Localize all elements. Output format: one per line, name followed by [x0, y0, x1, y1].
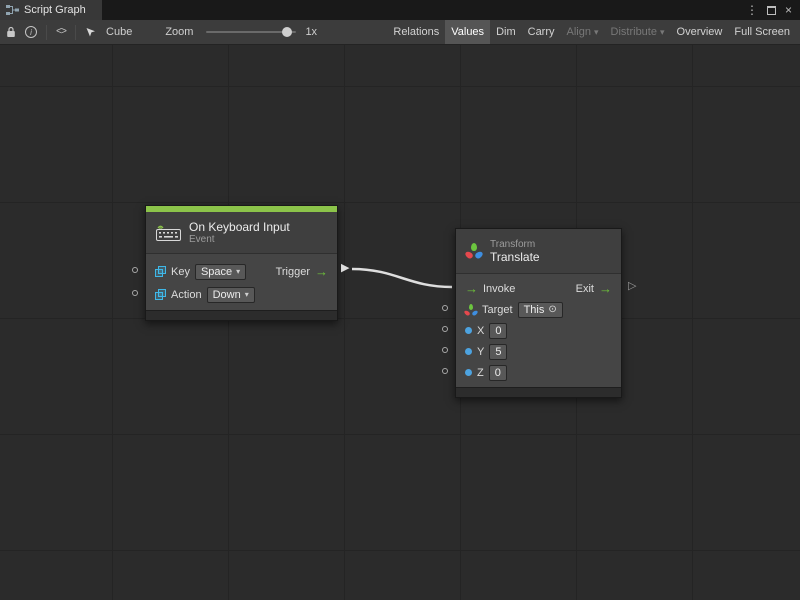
node-subtitle: Event: [189, 234, 290, 245]
node-footer: [146, 310, 337, 320]
value-port-icon: [465, 369, 472, 376]
connection-wire: [0, 45, 800, 600]
y-input-port[interactable]: [442, 347, 448, 353]
node-transform-translate[interactable]: Transform Translate → Invoke Exit → Targ…: [455, 228, 622, 398]
node-header[interactable]: On Keyboard Input Event: [146, 212, 337, 253]
align-button[interactable]: Align ▾: [561, 20, 605, 44]
trigger-label: Trigger: [276, 266, 310, 278]
x-field[interactable]: 0: [489, 323, 507, 339]
info-icon[interactable]: i: [25, 26, 37, 38]
key-input-port[interactable]: [132, 267, 138, 273]
z-row: Z 0: [456, 362, 621, 383]
node-category: Transform: [490, 239, 540, 250]
action-label: Action: [171, 289, 202, 301]
toolbar-left-group: i <> Cube Zoom 1x: [6, 25, 317, 40]
window-controls: ⋮ ×: [746, 0, 800, 20]
key-label: Key: [171, 266, 190, 278]
invoke-row: → Invoke Exit →: [456, 278, 621, 299]
node-header[interactable]: Transform Translate: [456, 229, 621, 273]
key-dropdown-value: Space: [201, 266, 232, 278]
window-maximize-icon[interactable]: [767, 6, 776, 15]
node-on-keyboard-input[interactable]: On Keyboard Input Event Key Space ▾ Trig…: [145, 205, 338, 321]
exit-flow-arrow-icon[interactable]: →: [599, 282, 612, 295]
graph-icon: [6, 5, 19, 16]
distribute-button[interactable]: Distribute ▾: [605, 20, 671, 44]
zoom-slider-handle[interactable]: [282, 27, 292, 37]
toolbar-separator: [75, 25, 76, 40]
chevron-down-icon: ▾: [660, 27, 665, 38]
keyboard-icon: [156, 224, 181, 241]
transform-icon: [466, 243, 482, 259]
target-picker-icon[interactable]: ⊙: [548, 304, 556, 315]
dim-button[interactable]: Dim: [490, 20, 522, 44]
zoom-value: 1x: [305, 26, 317, 38]
node-body: → Invoke Exit → Target This ⊙ X 0: [456, 273, 621, 387]
toolbar-right-group: Relations Values Dim Carry Align ▾ Distr…: [387, 20, 796, 44]
graph-canvas[interactable]: On Keyboard Input Event Key Space ▾ Trig…: [0, 45, 800, 600]
window-menu-icon[interactable]: ⋮: [746, 4, 758, 16]
value-port-icon: [465, 348, 472, 355]
align-label: Align: [567, 26, 591, 38]
y-field[interactable]: 5: [489, 344, 507, 360]
target-row: Target This ⊙: [456, 299, 621, 320]
code-view-icon[interactable]: <>: [56, 27, 66, 38]
toolbar-separator: [46, 25, 47, 40]
window-close-icon[interactable]: ×: [785, 4, 792, 16]
action-dropdown-value: Down: [213, 289, 241, 301]
action-dropdown[interactable]: Down ▾: [207, 287, 255, 303]
target-value: This: [524, 304, 545, 316]
x-label: X: [477, 325, 484, 337]
key-row: Key Space ▾ Trigger →: [146, 260, 337, 283]
x-input-port[interactable]: [442, 326, 448, 332]
node-title-block: On Keyboard Input Event: [189, 220, 290, 245]
chevron-down-icon: ▾: [236, 267, 240, 276]
fullscreen-button[interactable]: Full Screen: [728, 20, 796, 44]
overview-button[interactable]: Overview: [671, 20, 729, 44]
chevron-down-icon: ▾: [594, 27, 599, 38]
y-label: Y: [477, 346, 484, 358]
chevron-down-icon: ▾: [245, 290, 249, 299]
graph-toolbar: i <> Cube Zoom 1x Relations Values Dim C…: [0, 20, 800, 45]
object-icon: [155, 266, 166, 277]
exit-output-port[interactable]: ▷: [628, 281, 636, 292]
distribute-label: Distribute: [611, 26, 657, 38]
tab-script-graph[interactable]: Script Graph: [0, 0, 102, 20]
invoke-flow-arrow-icon[interactable]: →: [465, 282, 478, 295]
carry-button[interactable]: Carry: [522, 20, 561, 44]
value-port-icon: [465, 327, 472, 334]
target-input-port[interactable]: [442, 305, 448, 311]
action-row: Action Down ▾: [146, 283, 337, 306]
selection-cursor-icon: [85, 26, 97, 38]
trigger-output-port[interactable]: ▶: [341, 263, 349, 274]
action-input-port[interactable]: [132, 290, 138, 296]
target-field[interactable]: This ⊙: [518, 302, 563, 318]
relations-button[interactable]: Relations: [387, 20, 445, 44]
z-field[interactable]: 0: [489, 365, 507, 381]
node-title: Translate: [490, 250, 540, 264]
exit-label: Exit: [576, 283, 594, 295]
transform-icon: [465, 304, 477, 316]
invoke-label: Invoke: [483, 283, 515, 295]
z-input-port[interactable]: [442, 368, 448, 374]
values-button[interactable]: Values: [445, 20, 490, 44]
target-label: Target: [482, 304, 513, 316]
y-row: Y 5: [456, 341, 621, 362]
zoom-label: Zoom: [165, 26, 193, 38]
tab-bar: Script Graph ⋮ ×: [0, 0, 800, 20]
selection-name: Cube: [106, 26, 132, 38]
node-body: Key Space ▾ Trigger → Action Down ▾: [146, 253, 337, 310]
x-row: X 0: [456, 320, 621, 341]
key-dropdown[interactable]: Space ▾: [195, 264, 246, 280]
object-icon: [155, 289, 166, 300]
zoom-slider[interactable]: [206, 25, 296, 39]
lock-icon[interactable]: [6, 26, 16, 38]
node-title-block: Transform Translate: [490, 239, 540, 264]
node-title: On Keyboard Input: [189, 220, 290, 234]
z-label: Z: [477, 367, 484, 379]
node-footer: [456, 387, 621, 397]
trigger-flow-arrow-icon[interactable]: →: [315, 265, 328, 278]
tab-title: Script Graph: [24, 4, 86, 16]
